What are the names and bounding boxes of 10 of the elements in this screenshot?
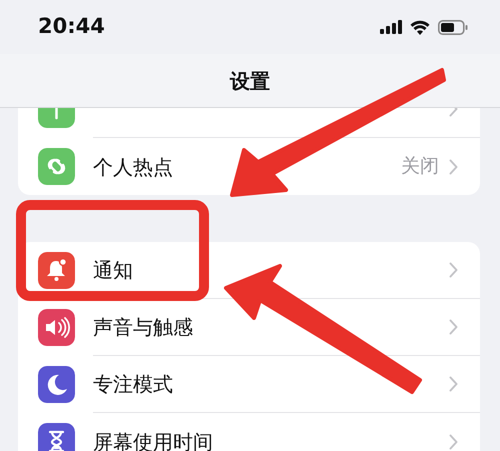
status-time: 20:44	[38, 13, 105, 40]
row-label: 专注模式	[93, 371, 173, 398]
row-label: 通知	[93, 257, 133, 284]
battery-icon	[438, 20, 468, 34]
row-label: 声音与触感	[93, 314, 193, 341]
page-title: 设置	[230, 68, 270, 94]
signal-icon	[380, 20, 402, 34]
wifi-icon	[410, 20, 430, 34]
row-value: 关闭	[401, 154, 439, 180]
row-label: 个人热点	[93, 154, 173, 180]
